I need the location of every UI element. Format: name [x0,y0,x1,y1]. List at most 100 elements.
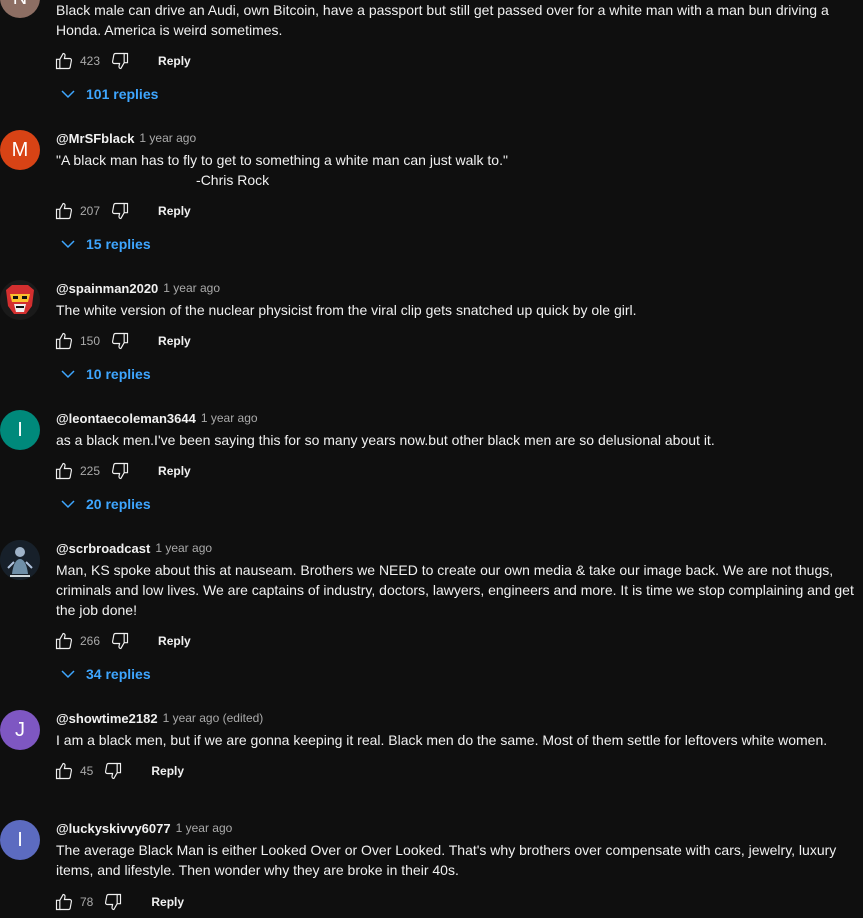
dislike-button[interactable] [101,890,125,914]
avatar[interactable]: M [0,130,40,170]
author-name[interactable]: @showtime2182 [56,711,158,726]
thumbs-down-icon [112,202,129,220]
like-button[interactable] [52,459,76,483]
comment-header: @leontaecoleman3644 1 year ago [56,408,258,428]
comment-actions: 207 Reply [52,195,191,227]
chevron-down-icon [61,500,75,509]
thumbs-down-icon [112,52,129,70]
thumbs-down-icon [105,762,122,780]
timestamp[interactable]: 1 year ago [155,541,212,555]
thumbs-up-icon [55,332,73,350]
like-count: 207 [80,204,101,218]
avatar[interactable] [0,280,40,320]
comment-actions: 45 Reply [52,755,184,787]
like-count: 78 [80,895,94,909]
view-replies-button[interactable]: 101 replies [60,79,158,109]
reply-button[interactable]: Reply [158,334,191,348]
comment-header: @spainman2020 1 year ago [56,278,220,298]
comment-text: Black male can drive an Audi, own Bitcoi… [56,2,833,38]
reply-button[interactable]: Reply [151,895,184,909]
thumbs-up-icon [55,762,73,780]
avatar-letter: I [17,418,23,441]
reply-button[interactable]: Reply [158,54,191,68]
view-replies-button[interactable]: 34 replies [60,659,151,689]
comment-text: Man, KS spoke about this at nauseam. Bro… [56,562,858,618]
dislike-button[interactable] [108,49,132,73]
reply-button[interactable]: Reply [158,204,191,218]
author-name[interactable]: @scrbroadcast [56,541,150,556]
like-count: 45 [80,764,94,778]
view-replies-button[interactable]: 20 replies [60,489,151,519]
like-count: 266 [80,634,101,648]
replies-count: 15 replies [86,236,151,252]
comment-header: @luckyskivvy6077 1 year ago [56,818,232,838]
comment-actions: 423 Reply [52,45,191,77]
thumbs-down-icon [112,632,129,650]
dislike-button[interactable] [108,329,132,353]
author-name[interactable]: @spainman2020 [56,281,158,296]
avatar[interactable]: J [0,710,40,750]
replies-count: 20 replies [86,496,151,512]
reply-button[interactable]: Reply [158,634,191,648]
thumbs-down-icon [112,462,129,480]
avatar[interactable]: I [0,820,40,860]
avatar-letter: J [15,718,25,741]
thumbs-up-icon [55,52,73,70]
replies-count: 10 replies [86,366,151,382]
comment-text: I am a black men, but if we are gonna ke… [56,732,828,748]
comment-header: @showtime2182 1 year ago (edited) [56,708,263,728]
avatar[interactable]: I [0,410,40,450]
view-replies-button[interactable]: 15 replies [60,229,151,259]
comment-text: The average Black Man is either Looked O… [56,842,841,878]
avatar[interactable]: N [0,0,40,18]
timestamp[interactable]: 1 year ago [163,281,220,295]
thumbs-up-icon [55,632,73,650]
thumbs-up-icon [55,202,73,220]
dislike-button[interactable] [101,759,125,783]
dislike-button[interactable] [108,199,132,223]
timestamp[interactable]: 1 year ago [139,131,196,145]
like-button[interactable] [52,629,76,653]
chevron-down-icon [61,670,75,679]
comment-actions: 225 Reply [52,455,191,487]
thumbs-up-icon [55,893,73,911]
avatar-letter: I [17,828,23,851]
view-replies-button[interactable]: 10 replies [60,359,151,389]
comment-header: @scrbroadcast 1 year ago [56,538,212,558]
thumbs-down-icon [112,332,129,350]
like-button[interactable] [52,329,76,353]
comment-text: as a black men.I've been saying this for… [56,432,715,448]
avatar-letter: N [13,0,27,10]
timestamp[interactable]: 1 year ago [176,821,233,835]
author-name[interactable]: @leontaecoleman3644 [56,411,196,426]
author-name[interactable]: @luckyskivvy6077 [56,821,171,836]
dislike-button[interactable] [108,459,132,483]
avatar[interactable] [0,540,40,580]
comment-actions: 78 Reply [52,886,184,918]
comment-text: "A black man has to fly to get to someth… [56,152,508,188]
thumbs-up-icon [55,462,73,480]
like-button[interactable] [52,199,76,223]
thumbs-down-icon [105,893,122,911]
chevron-down-icon [61,370,75,379]
author-name[interactable]: @MrSFblack [56,131,134,146]
replies-count: 101 replies [86,86,159,102]
reply-button[interactable]: Reply [158,464,191,478]
like-button[interactable] [52,890,76,914]
like-button[interactable] [52,49,76,73]
like-count: 150 [80,334,101,348]
dislike-button[interactable] [108,629,132,653]
chevron-down-icon [61,90,75,99]
like-button[interactable] [52,759,76,783]
chevron-down-icon [61,240,75,249]
timestamp[interactable]: 1 year ago (edited) [163,711,264,725]
comment-actions: 150 Reply [52,325,191,357]
avatar-letter: M [11,138,29,161]
figure-photo-icon [0,540,40,580]
replies-count: 34 replies [86,666,151,682]
comment-text: The white version of the nuclear physici… [56,302,637,318]
timestamp[interactable]: 1 year ago [201,411,258,425]
like-count: 423 [80,54,101,68]
reply-button[interactable]: Reply [151,764,184,778]
comment-header: @MrSFblack 1 year ago [56,128,196,148]
